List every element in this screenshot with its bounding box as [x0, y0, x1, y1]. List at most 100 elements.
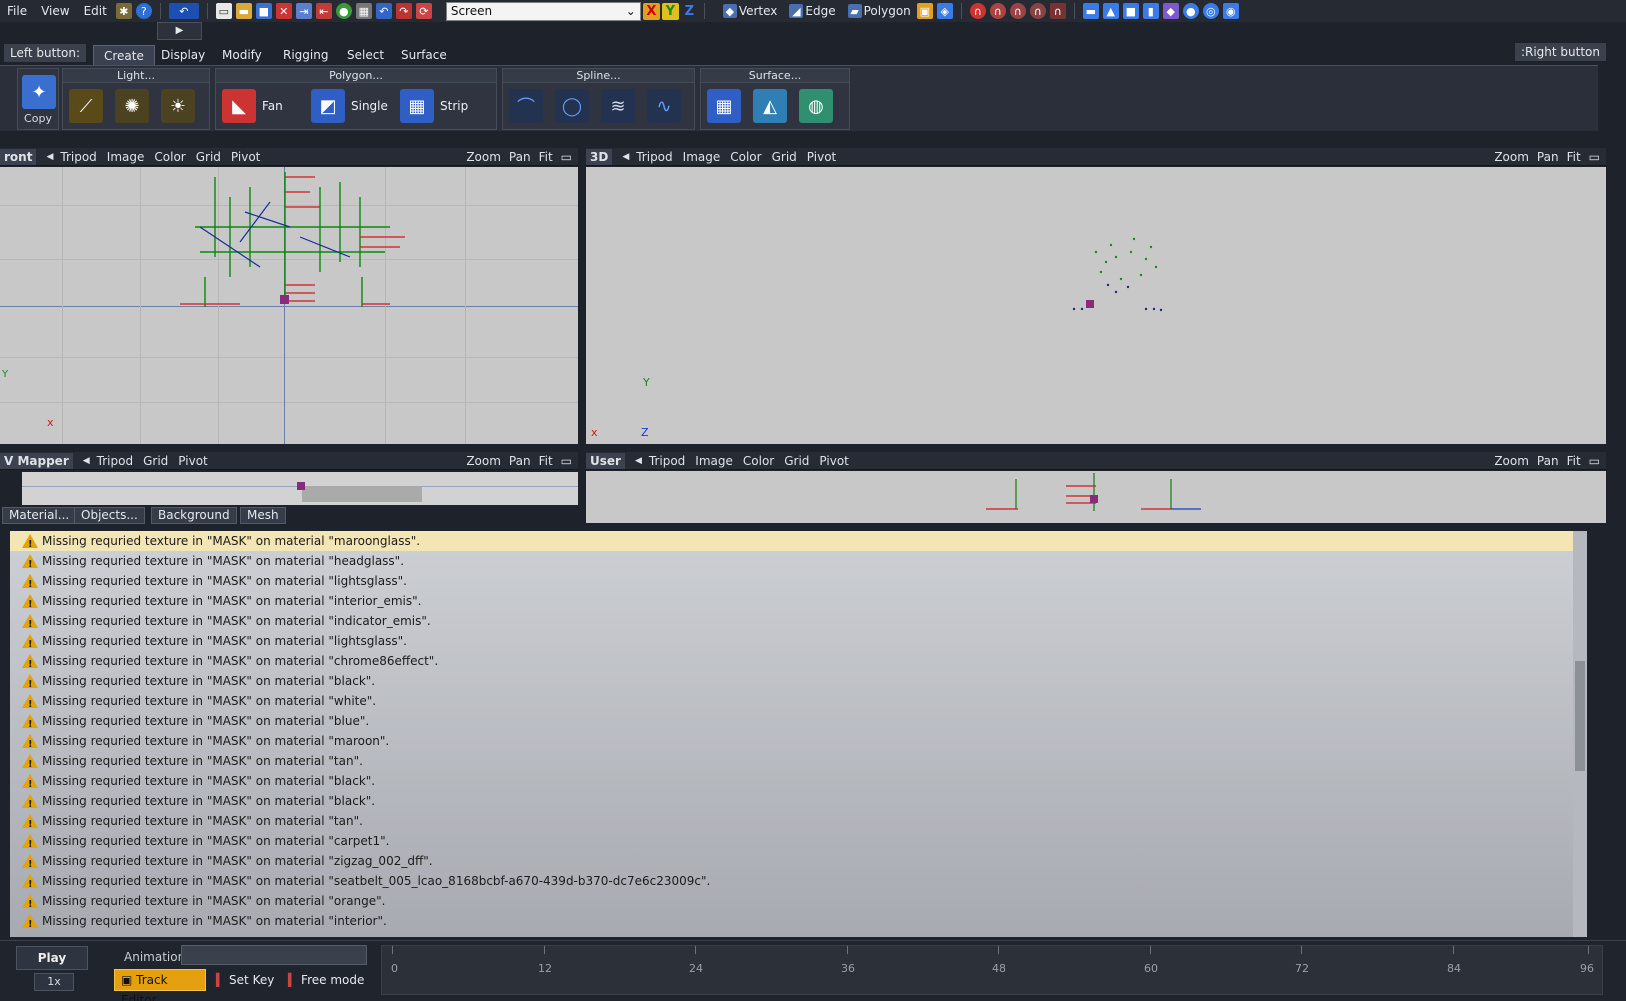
3d-image[interactable]: Image: [683, 150, 721, 164]
play-button[interactable]: Play: [16, 946, 88, 970]
log-scrollbar[interactable]: [1573, 531, 1587, 937]
spotlight-icon[interactable]: ⟋: [69, 89, 103, 123]
magnet-2-icon[interactable]: ∩: [989, 3, 1006, 19]
tab-select[interactable]: Select: [337, 45, 394, 65]
open-folder-icon[interactable]: ▬: [235, 3, 252, 19]
3d-viewport-name[interactable]: 3D: [586, 148, 613, 165]
help-icon[interactable]: ?: [135, 3, 152, 19]
magnet-4-icon[interactable]: ∩: [1029, 3, 1046, 19]
log-scrollbar-thumb[interactable]: [1575, 661, 1585, 771]
edge-mode-button[interactable]: ◢ Edge: [787, 4, 836, 18]
log-row[interactable]: Missing requried texture in "MASK" on ma…: [10, 671, 1587, 695]
strip-button[interactable]: ▦ Strip: [400, 89, 468, 123]
front-color[interactable]: Color: [154, 150, 185, 164]
3d-color[interactable]: Color: [730, 150, 761, 164]
magnet-3-icon[interactable]: ∩: [1009, 3, 1026, 19]
teapot-icon[interactable]: ◉: [1222, 3, 1239, 19]
log-row[interactable]: Missing requried texture in "MASK" on ma…: [10, 571, 1587, 595]
user-pan[interactable]: Pan: [1537, 454, 1559, 468]
polygon-mode-button[interactable]: ▰ Polygon: [846, 4, 911, 18]
log-row[interactable]: Missing requried texture in "MASK" on ma…: [10, 531, 1587, 555]
light-group-title[interactable]: Light...: [63, 69, 209, 83]
3d-pivot[interactable]: Pivot: [807, 150, 836, 164]
arc-spline-icon[interactable]: ⌒: [509, 89, 543, 123]
uv-fit[interactable]: Fit: [539, 454, 553, 468]
copy-icon[interactable]: ✦: [22, 75, 56, 109]
3d-grid[interactable]: Grid: [772, 150, 797, 164]
track-editor-button[interactable]: ▣ Track Editor: [114, 969, 206, 1001]
front-pan[interactable]: Pan: [509, 150, 531, 164]
new-file-icon[interactable]: ▭: [215, 3, 232, 19]
log-row[interactable]: Missing requried texture in "MASK" on ma…: [10, 651, 1587, 675]
chevron-left-icon[interactable]: ◀: [46, 152, 53, 162]
log-row[interactable]: Missing requried texture in "MASK" on ma…: [10, 691, 1587, 715]
refresh-icon[interactable]: ●: [335, 3, 352, 19]
helix-spline-icon[interactable]: ≋: [601, 89, 635, 123]
single-button[interactable]: ◩ Single: [311, 89, 388, 123]
tab-surface[interactable]: Surface: [391, 45, 457, 65]
log-row[interactable]: Missing requried texture in "MASK" on ma…: [10, 811, 1587, 835]
vertex-mode-button[interactable]: ◆ Vertex: [721, 4, 777, 18]
maximize-icon[interactable]: ▭: [1589, 454, 1600, 468]
cube-icon[interactable]: ■: [1122, 3, 1139, 19]
tab-create[interactable]: Create: [93, 45, 155, 65]
chevron-left-icon[interactable]: ◀: [83, 456, 90, 466]
delete-icon[interactable]: ✕: [275, 3, 292, 19]
axis-z-button[interactable]: Z: [681, 3, 698, 20]
tab-rigging[interactable]: Rigging: [273, 45, 338, 65]
log-row[interactable]: Missing requried texture in "MASK" on ma…: [10, 711, 1587, 735]
pointlight-icon[interactable]: ✺: [115, 89, 149, 123]
3d-pan[interactable]: Pan: [1537, 150, 1559, 164]
tab-mesh[interactable]: Mesh: [240, 507, 286, 524]
user-zoom[interactable]: Zoom: [1494, 454, 1529, 468]
user-pivot[interactable]: Pivot: [819, 454, 848, 468]
front-grid[interactable]: Grid: [196, 150, 221, 164]
sunlight-icon[interactable]: ☀: [161, 89, 195, 123]
grid-icon[interactable]: ▦: [355, 3, 372, 19]
tab-modify[interactable]: Modify: [212, 45, 272, 65]
uv-viewport-name[interactable]: V Mapper: [0, 452, 73, 469]
log-row[interactable]: Missing requried texture in "MASK" on ma…: [10, 831, 1587, 855]
magnet-5-icon[interactable]: ∩: [1049, 3, 1066, 19]
undo-icon[interactable]: ↶: [375, 3, 392, 19]
log-row[interactable]: Missing requried texture in "MASK" on ma…: [10, 871, 1587, 895]
plane-icon[interactable]: ▬: [1082, 3, 1099, 19]
magnet-icon[interactable]: ∩: [969, 3, 986, 19]
log-row[interactable]: Missing requried texture in "MASK" on ma…: [10, 751, 1587, 775]
save-icon[interactable]: ■: [255, 3, 272, 19]
uv-zoom[interactable]: Zoom: [466, 454, 501, 468]
uv-tripod[interactable]: Tripod: [97, 454, 133, 468]
group-mode-icon[interactable]: ◈: [936, 3, 953, 19]
menu-view[interactable]: View: [34, 0, 76, 22]
uv-pivot[interactable]: Pivot: [178, 454, 207, 468]
mini-play-button[interactable]: ▶: [157, 22, 202, 40]
tab-background[interactable]: Background: [151, 507, 237, 524]
maximize-icon[interactable]: ▭: [561, 454, 572, 468]
front-pivot[interactable]: Pivot: [231, 150, 260, 164]
tab-material[interactable]: Material...: [2, 507, 77, 524]
front-image[interactable]: Image: [107, 150, 145, 164]
log-row[interactable]: Missing requried texture in "MASK" on ma…: [10, 731, 1587, 755]
log-row[interactable]: Missing requried texture in "MASK" on ma…: [10, 551, 1587, 575]
user-grid[interactable]: Grid: [784, 454, 809, 468]
set-key-button[interactable]: ▍ Set Key: [216, 973, 274, 987]
maximize-icon[interactable]: ▭: [1589, 150, 1600, 164]
front-viewport-canvas[interactable]: Y x: [0, 167, 578, 444]
menu-edit[interactable]: Edit: [77, 0, 114, 22]
spline-group-title[interactable]: Spline...: [503, 69, 694, 83]
log-row[interactable]: Missing requried texture in "MASK" on ma…: [10, 591, 1587, 615]
menu-file[interactable]: File: [0, 0, 34, 22]
timeline[interactable]: 0 12 24 36 48 60 72 84 96: [381, 945, 1603, 995]
torus-icon[interactable]: ◎: [1202, 3, 1219, 19]
cylinder-icon[interactable]: ▮: [1142, 3, 1159, 19]
3d-tripod[interactable]: Tripod: [636, 150, 672, 164]
log-row[interactable]: Missing requried texture in "MASK" on ma…: [10, 911, 1587, 935]
log-row[interactable]: Missing requried texture in "MASK" on ma…: [10, 791, 1587, 815]
3d-fit[interactable]: Fit: [1567, 150, 1581, 164]
gem-icon[interactable]: ◆: [1162, 3, 1179, 19]
log-row[interactable]: Missing requried texture in "MASK" on ma…: [10, 631, 1587, 655]
cone-icon[interactable]: ▲: [1102, 3, 1119, 19]
settings-icon[interactable]: ✱: [115, 3, 132, 19]
circle-spline-icon[interactable]: ◯: [555, 89, 589, 123]
front-viewport-name[interactable]: ront: [0, 148, 37, 165]
